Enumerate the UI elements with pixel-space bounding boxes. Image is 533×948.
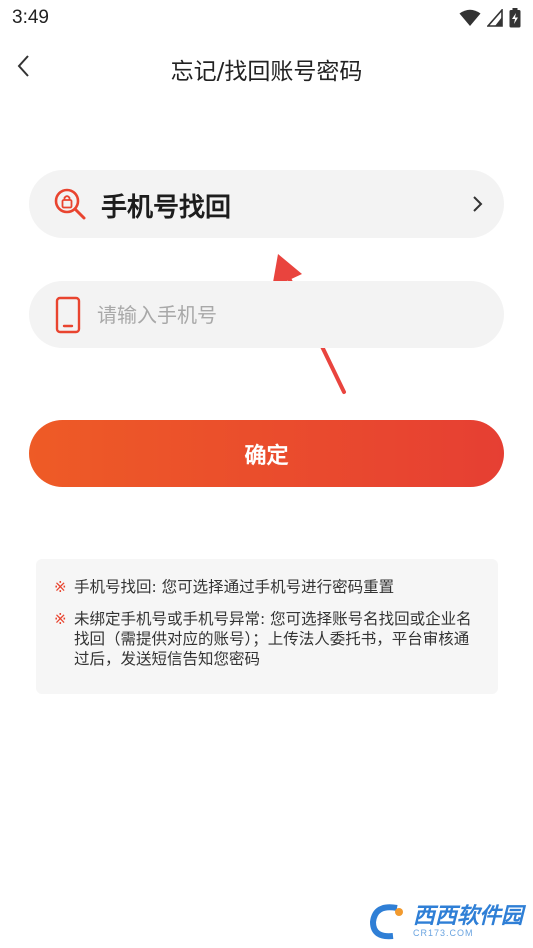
info-text: 未绑定手机号或手机号异常: 您可选择账号名找回或企业名找回（需提供对应的账号）；… — [74, 610, 472, 668]
phone-input[interactable] — [97, 293, 477, 337]
info-box: ※ 手机号找回: 您可选择通过手机号进行密码重置 ※ 未绑定手机号或手机号异常:… — [36, 559, 498, 694]
phone-icon — [55, 296, 81, 334]
watermark-logo — [369, 904, 403, 940]
info-item: ※ 手机号找回: 您可选择通过手机号进行密码重置 — [54, 577, 480, 597]
recovery-method-label: 手机号找回 — [101, 193, 232, 223]
info-item: ※ 未绑定手机号或手机号异常: 您可选择账号名找回或企业名找回（需提供对应的账号… — [54, 609, 480, 669]
note-mark: ※ — [54, 578, 67, 596]
info-text: 手机号找回: 您可选择通过手机号进行密码重置 — [74, 578, 395, 596]
watermark-subtext: CR173.COM — [412, 928, 474, 938]
phone-field — [29, 281, 504, 348]
recovery-method-selector[interactable]: 手机号找回 — [29, 170, 504, 238]
page-title: 忘记/找回账号密码 — [170, 59, 363, 85]
status-time: 3:49 — [12, 7, 49, 28]
chevron-right-icon — [473, 196, 483, 212]
watermark: 西西软件园 CR173.COM — [367, 902, 523, 942]
battery-charging-icon — [509, 8, 521, 28]
status-icons — [459, 8, 521, 28]
confirm-button[interactable]: 确定 — [29, 420, 504, 487]
wifi-icon — [459, 9, 481, 26]
nav-header: 忘记/找回账号密码 — [0, 40, 533, 96]
signal-icon — [487, 9, 503, 27]
search-lock-icon — [54, 188, 86, 220]
status-bar: 3:49 — [0, 0, 533, 36]
note-mark: ※ — [54, 610, 67, 628]
watermark-text: 西西软件园 — [412, 904, 523, 929]
